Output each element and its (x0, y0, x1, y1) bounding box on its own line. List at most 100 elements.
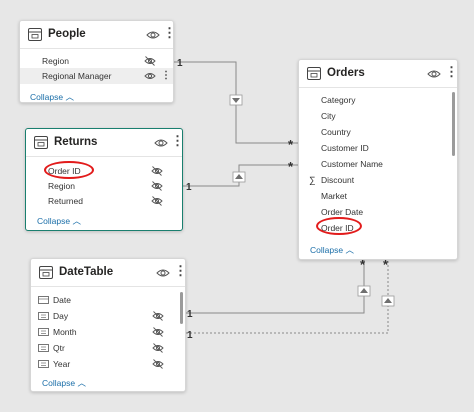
hidden-eye-icon[interactable] (152, 359, 164, 369)
field-name: Country (321, 127, 351, 137)
field-name: Returned (48, 196, 83, 206)
filter-direction-arrow-people[interactable] (229, 94, 243, 106)
visibility-eye-icon[interactable] (427, 68, 441, 80)
table-card-people[interactable]: People ⋮ Region Regional Manager ⋮ Colla… (19, 20, 176, 103)
field-row[interactable]: Regional Manager ⋮ (20, 68, 173, 84)
field-row[interactable]: Month (31, 324, 185, 340)
field-name: Order ID (48, 166, 81, 176)
hierarchy-field-icon (38, 312, 49, 320)
filter-direction-arrow-datetable[interactable] (357, 285, 371, 297)
hidden-eye-icon[interactable] (152, 343, 164, 353)
more-options-icon[interactable]: ⋮ (163, 26, 176, 40)
table-icon (39, 266, 53, 279)
field-name: Order ID (321, 223, 354, 233)
field-row[interactable]: City (299, 108, 457, 124)
field-row[interactable]: Returned (26, 193, 182, 209)
hierarchy-field-icon (38, 360, 49, 368)
field-name: Market (321, 191, 347, 201)
collapse-link[interactable]: Collapse ︿ (37, 215, 81, 227)
table-card-orders[interactable]: Orders ⋮ Category City Country Customer … (298, 59, 458, 260)
field-row[interactable]: ∑ Discount (299, 172, 457, 188)
field-row[interactable]: Region (26, 178, 182, 194)
cardinality-returns-one: 1 (186, 182, 192, 193)
chevron-up-icon: ︿ (77, 378, 86, 388)
field-row[interactable]: Country (299, 124, 457, 140)
field-name: Month (53, 327, 77, 337)
field-row[interactable]: Order Date (299, 204, 457, 220)
table-title: DateTable (59, 266, 114, 278)
table-card-datetable[interactable]: DateTable ⋮ Date Day Month Qtr Year Coll… (30, 258, 187, 392)
field-name: Region (48, 181, 75, 191)
field-row[interactable]: Order ID (26, 163, 182, 179)
collapse-label: Collapse (30, 92, 64, 102)
field-row[interactable]: Customer ID (299, 140, 457, 156)
scrollbar[interactable] (180, 292, 183, 324)
chevron-up-icon: ︿ (72, 216, 81, 226)
hidden-eye-icon[interactable] (151, 181, 163, 191)
table-icon (28, 28, 42, 41)
field-name: Customer ID (321, 143, 369, 153)
hierarchy-field-icon (38, 344, 49, 352)
more-options-icon[interactable]: ⋮ (161, 68, 171, 84)
filter-direction-arrow-datetable-inactive[interactable] (381, 295, 395, 307)
field-row[interactable]: Region (20, 53, 173, 69)
visible-eye-icon[interactable] (144, 71, 156, 81)
field-name: Order Date (321, 207, 364, 217)
field-name: Date (53, 295, 71, 305)
hidden-eye-icon[interactable] (144, 56, 156, 66)
field-row[interactable]: Qtr (31, 340, 185, 356)
table-title: People (48, 28, 86, 40)
cardinality-datetable-one: 1 (187, 309, 193, 320)
card-header[interactable]: Orders ⋮ (299, 60, 458, 88)
scrollbar[interactable] (452, 92, 455, 156)
hidden-eye-icon[interactable] (151, 166, 163, 176)
table-icon (307, 67, 321, 80)
card-header[interactable]: People ⋮ (20, 21, 176, 49)
collapse-link[interactable]: Collapse ︿ (30, 91, 74, 103)
field-row[interactable]: Customer Name (299, 156, 457, 172)
cardinality-people-one: 1 (177, 58, 183, 69)
relationship-datetable-orders-inactive (186, 260, 389, 334)
collapse-label: Collapse (42, 378, 76, 388)
collapse-label: Collapse (37, 216, 71, 226)
cardinality-returns-many: * (288, 159, 294, 174)
field-row[interactable]: Order ID (299, 220, 457, 236)
field-name: Customer Name (321, 159, 383, 169)
field-row[interactable]: Date (31, 292, 185, 308)
chevron-up-icon: ︿ (345, 245, 354, 255)
more-options-icon[interactable]: ⋮ (445, 65, 458, 79)
collapse-link[interactable]: Collapse ︿ (310, 244, 354, 256)
field-row[interactable]: Market (299, 188, 457, 204)
hidden-eye-icon[interactable] (152, 311, 164, 321)
card-header[interactable]: DateTable ⋮ (31, 259, 187, 287)
filter-direction-arrow-returns[interactable] (232, 171, 246, 183)
table-title: Orders (327, 67, 365, 79)
visibility-eye-icon[interactable] (154, 137, 168, 149)
table-card-returns[interactable]: Returns ⋮ Order ID Region Returned Colla… (25, 128, 184, 231)
sigma-icon: ∑ (309, 175, 316, 185)
visibility-eye-icon[interactable] (146, 29, 160, 41)
card-header[interactable]: Returns ⋮ (26, 129, 184, 157)
field-name: Year (53, 359, 71, 369)
more-options-icon[interactable]: ⋮ (171, 134, 184, 148)
table-title: Returns (54, 136, 98, 148)
cardinality-people-many: * (288, 137, 294, 152)
visibility-eye-icon[interactable] (156, 267, 170, 279)
calendar-field-icon (38, 296, 49, 304)
field-name: Day (53, 311, 69, 321)
hidden-eye-icon[interactable] (151, 196, 163, 206)
hierarchy-field-icon (38, 328, 49, 336)
hidden-eye-icon[interactable] (152, 327, 164, 337)
field-name: City (321, 111, 336, 121)
field-row[interactable]: Category (299, 92, 457, 108)
field-name: Region (42, 56, 69, 66)
collapse-link[interactable]: Collapse ︿ (42, 377, 86, 389)
cardinality-datetable-inactive-one: 1 (187, 330, 193, 341)
field-name: Regional Manager (42, 71, 112, 81)
field-row[interactable]: Day (31, 308, 185, 324)
field-row[interactable]: Year (31, 356, 185, 372)
field-name: Category (321, 95, 356, 105)
field-name: Qtr (53, 343, 65, 353)
more-options-icon[interactable]: ⋮ (174, 264, 187, 278)
relationship-datetable-orders (186, 260, 365, 314)
